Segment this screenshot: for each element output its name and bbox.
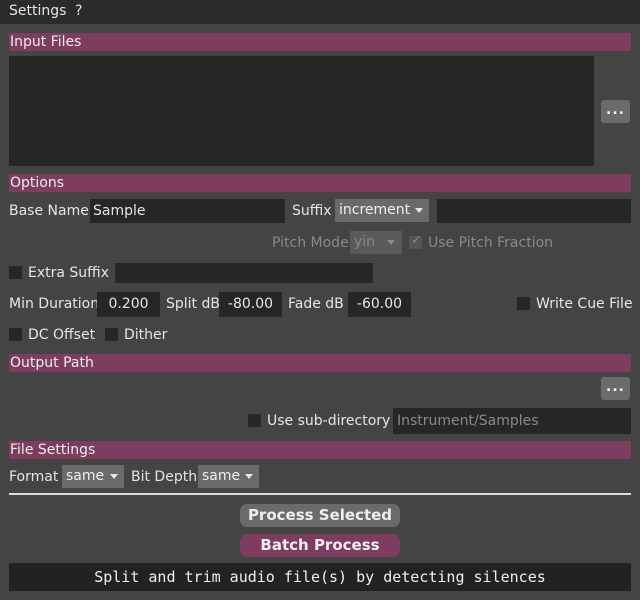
format-select-value: same (66, 468, 105, 484)
process-selected-button[interactable]: Process Selected (240, 504, 400, 527)
min-duration-input[interactable]: 0.200 (97, 292, 160, 317)
extra-suffix-label: Extra Suffix (28, 265, 109, 281)
pitch-mode-label: Pitch Mode (272, 235, 349, 251)
section-output-path: Output Path (9, 354, 631, 372)
divider (9, 493, 631, 495)
split-db-label: Split dB (166, 296, 220, 312)
format-select[interactable]: same (62, 465, 124, 488)
suffix-label: Suffix (292, 203, 332, 219)
output-browse-button[interactable]: ... (601, 377, 630, 400)
use-subdir-checkbox[interactable] (248, 414, 261, 427)
use-pitch-fraction-checkbox[interactable]: ✓ (409, 233, 422, 249)
menu-help[interactable]: ? (75, 3, 82, 19)
section-file-settings: File Settings (9, 441, 631, 459)
dither-checkbox[interactable] (105, 328, 118, 341)
use-subdir-label: Use sub-directory (267, 413, 391, 429)
fade-db-label: Fade dB (288, 296, 344, 312)
bit-depth-select-value: same (202, 468, 241, 484)
menu-bar: Settings ? (0, 0, 640, 24)
chevron-down-icon (110, 474, 118, 479)
format-label: Format (9, 469, 59, 485)
pitch-mode-value: yin (354, 234, 376, 250)
section-input-files: Input Files (9, 33, 631, 51)
chevron-down-icon (415, 208, 423, 213)
batch-process-button[interactable]: Batch Process (240, 534, 400, 557)
bit-depth-select[interactable]: same (198, 465, 259, 488)
pitch-mode-select[interactable]: yin (350, 231, 402, 254)
section-options: Options (9, 174, 631, 192)
fade-db-input[interactable]: -60.00 (348, 292, 411, 317)
input-browse-button[interactable]: ... (601, 100, 630, 123)
suffix-select[interactable]: increment (335, 199, 429, 222)
suffix-select-value: increment (339, 202, 411, 218)
menu-settings[interactable]: Settings (9, 3, 66, 19)
chevron-down-icon (245, 474, 253, 479)
chevron-down-icon (387, 240, 395, 245)
dc-offset-label: DC Offset (28, 327, 96, 343)
split-db-input[interactable]: -80.00 (219, 292, 282, 317)
input-file-list[interactable] (9, 56, 594, 166)
write-cue-label: Write Cue File (536, 296, 633, 312)
extra-suffix-checkbox[interactable] (9, 266, 22, 279)
checkmark-icon: ✓ (411, 233, 422, 248)
subdir-input[interactable]: Instrument/Samples (393, 408, 631, 434)
suffix-custom-input[interactable] (437, 199, 631, 223)
bit-depth-label: Bit Depth (131, 469, 198, 485)
extra-suffix-input[interactable] (115, 263, 373, 283)
base-name-label: Base Name (9, 203, 89, 219)
min-duration-label: Min Duration (9, 296, 100, 312)
dither-label: Dither (124, 327, 168, 343)
write-cue-checkbox[interactable] (517, 297, 530, 310)
dc-offset-checkbox[interactable] (9, 328, 22, 341)
base-name-input[interactable]: Sample (90, 199, 285, 223)
use-pitch-fraction-label: Use Pitch Fraction (428, 235, 554, 251)
status-bar: Split and trim audio file(s) by detectin… (9, 563, 631, 591)
